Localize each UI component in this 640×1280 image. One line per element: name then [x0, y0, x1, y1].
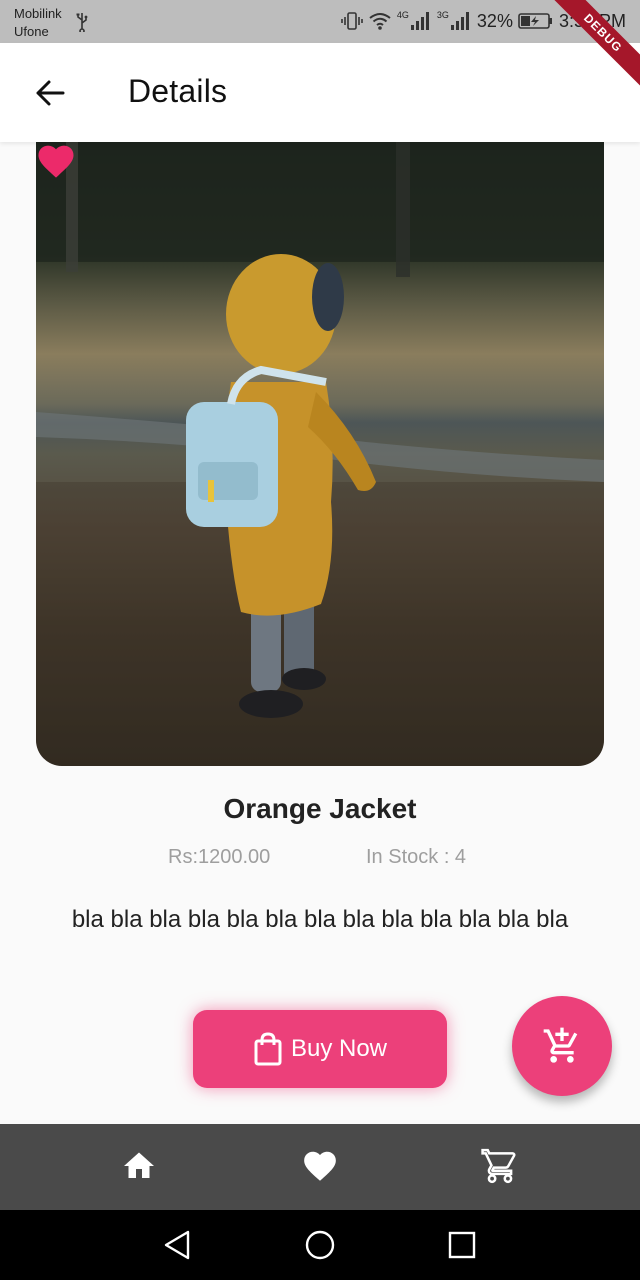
system-navigation-bar [0, 1210, 640, 1280]
product-price: Rs:1200.00 [168, 846, 271, 868]
product-image [36, 142, 604, 766]
details-screen: Mobilink Ufone 4G 3G 32% DEBUG Details O… [0, 0, 640, 1280]
buy-now-button[interactable]: Buy Now [193, 1010, 447, 1088]
nav-home[interactable] [117, 1144, 161, 1188]
app-bar: Details [0, 43, 640, 142]
shopping-bag-icon [254, 1032, 282, 1066]
carrier-info: Mobilink Ufone [14, 5, 62, 41]
cart-icon [481, 1148, 516, 1184]
vibrate-icon [341, 12, 363, 30]
nav-cart[interactable] [478, 1144, 522, 1188]
arrow-back-icon [36, 80, 65, 106]
battery-percent: 32% [476, 10, 513, 31]
product-photo-illustration [36, 142, 604, 766]
sim2-network-type: 3G [436, 10, 449, 20]
add-shopping-cart-icon [543, 1027, 578, 1063]
carrier-name-2: Ufone [14, 24, 49, 39]
buy-now-label: Buy Now [290, 1035, 388, 1062]
back-button[interactable] [28, 71, 72, 115]
battery-charging-icon [518, 13, 552, 29]
add-to-cart-button[interactable] [512, 996, 612, 1096]
product-stock: In Stock : 4 [366, 846, 467, 868]
system-back-icon[interactable] [160, 1228, 194, 1262]
system-recents-icon[interactable] [445, 1228, 479, 1262]
status-bar: Mobilink Ufone 4G 3G 32% [0, 0, 640, 43]
signal-icon-sim2 [450, 12, 469, 30]
signal-icon-sim1 [410, 12, 429, 30]
page-title: Details [128, 73, 228, 109]
bottom-navigation [0, 1124, 640, 1210]
wifi-icon [369, 13, 391, 30]
favorite-heart-icon[interactable] [36, 142, 76, 180]
usb-icon [76, 13, 88, 32]
home-icon [124, 1152, 154, 1178]
sim1-network-type: 4G [396, 10, 409, 20]
nav-favorites[interactable] [298, 1144, 342, 1188]
product-description: bla bla bla bla bla bla bla bla bla bla … [71, 906, 569, 933]
product-name: Orange Jacket [223, 793, 417, 824]
carrier-name-1: Mobilink [14, 6, 62, 21]
heart-icon [304, 1151, 336, 1181]
system-home-icon[interactable] [303, 1228, 337, 1262]
